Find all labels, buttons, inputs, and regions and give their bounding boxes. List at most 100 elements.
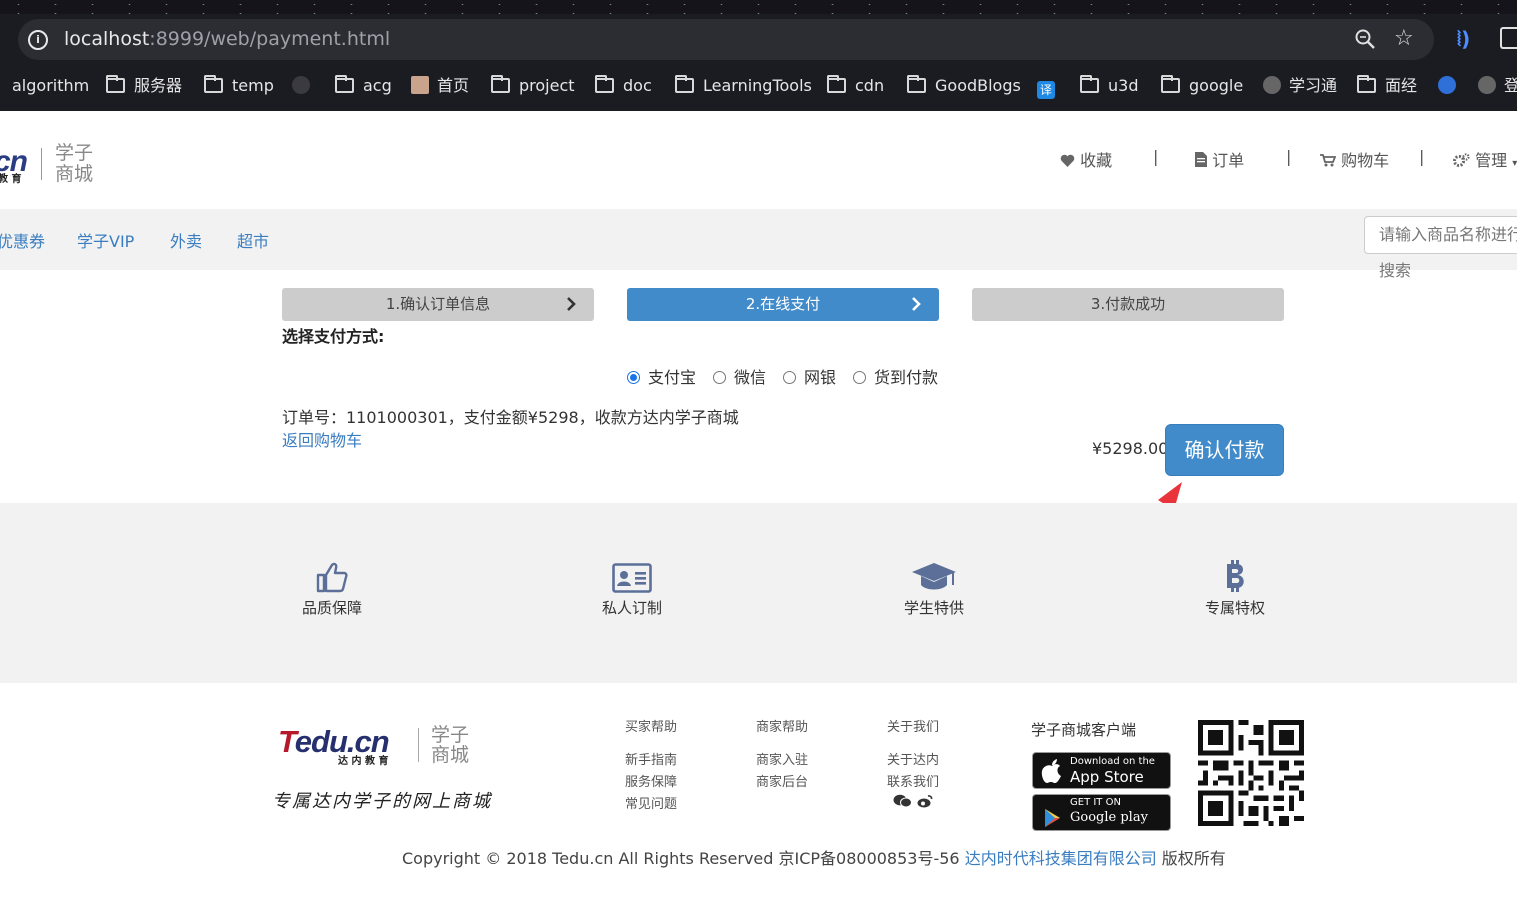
- extensions-puzzle-icon[interactable]: [1500, 27, 1517, 49]
- site-info-icon[interactable]: i: [28, 30, 48, 50]
- nav-separator: |: [1419, 147, 1425, 166]
- back-to-cart-link[interactable]: 返回购物车: [282, 427, 362, 451]
- footer-link[interactable]: 联系我们: [887, 772, 939, 794]
- bookmark-google[interactable]: google: [1161, 73, 1243, 99]
- category-takeout[interactable]: 外卖: [170, 228, 202, 252]
- bookmark-cdn[interactable]: cdn: [827, 73, 884, 99]
- footer-link[interactable]: 新手指南: [625, 750, 677, 772]
- logo-text-line: 商城: [55, 163, 94, 185]
- bookmark-doc[interactable]: doc: [595, 73, 652, 99]
- footer-col-about: 关于我们 关于达内 联系我们: [887, 717, 939, 816]
- cart-icon: [1320, 154, 1337, 167]
- bookmark-label: 登: [1504, 76, 1517, 95]
- bookmark-server[interactable]: 服务器: [106, 73, 182, 99]
- radio-bank[interactable]: 网银: [783, 364, 836, 388]
- feature-label: 学生特供: [903, 599, 964, 617]
- bookmark-home[interactable]: 首页: [411, 73, 469, 99]
- bookmark-translate[interactable]: 译: [1037, 73, 1063, 99]
- radio-alipay[interactable]: 支付宝: [627, 364, 696, 388]
- extension-icon[interactable]: ⦚): [1457, 27, 1470, 51]
- nav-label: 购物车: [1341, 151, 1390, 170]
- logo-divider: [41, 148, 42, 180]
- site-logo[interactable]: cn 教 育: [0, 145, 28, 185]
- radio-wechat[interactable]: 微信: [713, 364, 766, 388]
- step-label: 2.在线支付: [745, 295, 821, 313]
- bookmark-xuexitong[interactable]: 学习通: [1263, 73, 1337, 99]
- bookmark-label: 面经: [1385, 76, 1418, 95]
- bookmark-u3d[interactable]: u3d: [1080, 73, 1138, 99]
- bookmarks-bar: algorithm 服务器 temp acg 首页 project doc Le…: [0, 73, 1517, 99]
- feature-custom: 私人订制: [572, 555, 692, 618]
- bookmark-star-icon[interactable]: ☆: [1394, 26, 1414, 51]
- radio-cod[interactable]: 货到付款: [853, 364, 938, 388]
- footer-logo-subtitle: 达 内 教 育: [338, 756, 389, 767]
- footer-link[interactable]: 商家后台: [756, 772, 808, 794]
- radio-label: 微信: [734, 368, 767, 387]
- footer-logo-divider: [418, 728, 419, 762]
- folder-icon: [335, 75, 354, 93]
- nav-admin[interactable]: 管理 ▾: [1453, 147, 1517, 171]
- bookmark-label: 首页: [437, 76, 470, 95]
- copyright-suffix: 版权所有: [1156, 849, 1226, 868]
- browser-tab-strip: [0, 0, 1517, 14]
- gears-icon: [1453, 153, 1470, 167]
- nav-cart[interactable]: 购物车: [1320, 147, 1389, 171]
- category-coupons[interactable]: 优惠券: [0, 228, 45, 252]
- nav-orders[interactable]: 订单: [1195, 147, 1244, 171]
- footer-link[interactable]: 服务保障: [625, 772, 677, 794]
- step-label: 1.确认订单信息: [385, 295, 491, 313]
- radio-icon[interactable]: [853, 371, 866, 384]
- logo-subtitle: 教 育: [0, 174, 22, 185]
- url-host: localhost: [64, 28, 150, 50]
- bookmark-label: cdn: [855, 76, 885, 95]
- step-online-payment: 2.在线支付: [627, 288, 939, 321]
- logo-text-line: 商城: [431, 744, 470, 766]
- confirm-payment-button[interactable]: 确认付款: [1165, 424, 1284, 476]
- company-link[interactable]: 达内时代科技集团有限公司: [965, 849, 1157, 868]
- browser-chrome: i localhost:8999/web/payment.html ☆ ⦚) a…: [0, 0, 1517, 111]
- radio-icon[interactable]: [783, 371, 796, 384]
- bookmark-blue[interactable]: [1438, 73, 1464, 99]
- radio-checked-icon[interactable]: [627, 371, 640, 384]
- logo-text-line: 学子: [55, 142, 94, 164]
- bookmark-project[interactable]: project: [491, 73, 575, 99]
- bookmark-learningtools[interactable]: LearningTools: [675, 73, 812, 99]
- bookmark-algorithm[interactable]: algorithm: [12, 73, 89, 99]
- wechat-icon[interactable]: [893, 794, 913, 808]
- search-input[interactable]: 请输入商品名称进行搜索: [1364, 216, 1517, 280]
- heart-icon: [1060, 154, 1075, 167]
- footer-col-heading: 买家帮助: [625, 720, 678, 735]
- zoom-icon[interactable]: [1354, 28, 1376, 50]
- bookmark-label: u3d: [1108, 76, 1139, 95]
- graduation-cap-icon: [874, 555, 994, 593]
- footer-link[interactable]: 关于达内: [887, 750, 939, 772]
- bookmark-mianjing[interactable]: 面经: [1357, 73, 1417, 99]
- radio-icon[interactable]: [713, 371, 726, 384]
- site-icon: [1438, 76, 1456, 94]
- github-icon: [292, 76, 310, 94]
- store-small-text: Download on the: [1070, 756, 1155, 767]
- bookmark-acg[interactable]: acg: [335, 73, 392, 99]
- nav-label: 订单: [1212, 151, 1245, 170]
- bookmark-github[interactable]: [292, 73, 318, 99]
- bookmark-temp[interactable]: temp: [204, 73, 274, 99]
- folder-icon: [595, 75, 614, 93]
- step-label: 3.付款成功: [1090, 295, 1166, 313]
- nav-favorites[interactable]: 收藏: [1060, 147, 1112, 171]
- category-supermarket[interactable]: 超市: [237, 228, 269, 252]
- footer-link[interactable]: 常见问题: [625, 794, 677, 816]
- client-title: 学子商城客户端: [1031, 721, 1137, 739]
- weibo-icon[interactable]: [917, 794, 933, 808]
- footer-link[interactable]: 商家入驻: [756, 750, 808, 772]
- app-store-button[interactable]: Download on the App Store: [1032, 752, 1171, 789]
- bookmark-label: google: [1189, 76, 1244, 95]
- url-text[interactable]: localhost:8999/web/payment.html: [64, 28, 390, 50]
- bookmark-goodblogs[interactable]: GoodBlogs: [907, 73, 1021, 99]
- thumbs-up-icon: [272, 555, 392, 593]
- bookmark-label: temp: [232, 76, 274, 95]
- bookmark-login[interactable]: 登: [1478, 73, 1517, 99]
- category-vip[interactable]: 学子VIP: [77, 228, 134, 252]
- google-play-button[interactable]: GET IT ON Google play: [1032, 794, 1171, 831]
- payment-method-title: 选择支付方式:: [282, 327, 385, 346]
- bookmark-label: 服务器: [134, 76, 183, 95]
